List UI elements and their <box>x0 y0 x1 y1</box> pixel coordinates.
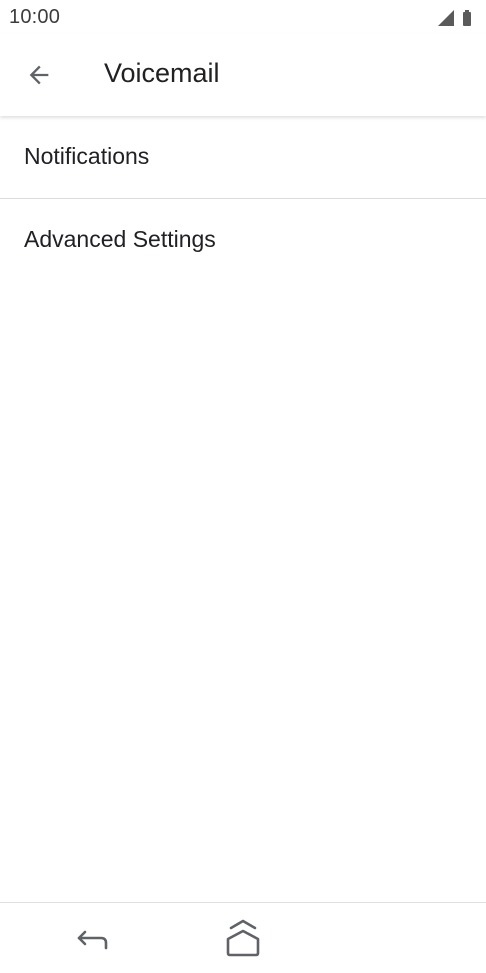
status-bar: 10:00 <box>0 0 486 34</box>
nav-back-icon <box>77 930 108 950</box>
nav-back-button[interactable] <box>70 919 116 959</box>
nav-home-icon <box>226 919 260 957</box>
signal-icon <box>438 10 454 26</box>
list-item-label: Advanced Settings <box>24 226 216 252</box>
battery-icon <box>463 10 471 26</box>
list-item-label: Notifications <box>24 143 150 169</box>
settings-list: Notifications Advanced Settings <box>0 116 486 281</box>
page-title: Voicemail <box>104 58 220 88</box>
status-icons <box>436 8 476 28</box>
navigation-bar <box>0 902 486 973</box>
list-item-notifications[interactable]: Notifications <box>0 116 486 198</box>
signal-battery-icons <box>438 10 471 26</box>
arrow-back-icon <box>29 65 49 85</box>
list-item-advanced-settings[interactable]: Advanced Settings <box>0 199 486 281</box>
status-time: 10:00 <box>9 6 61 28</box>
back-button[interactable] <box>18 54 60 96</box>
nav-home-button[interactable] <box>218 915 268 961</box>
app-bar: Voicemail <box>0 34 486 116</box>
